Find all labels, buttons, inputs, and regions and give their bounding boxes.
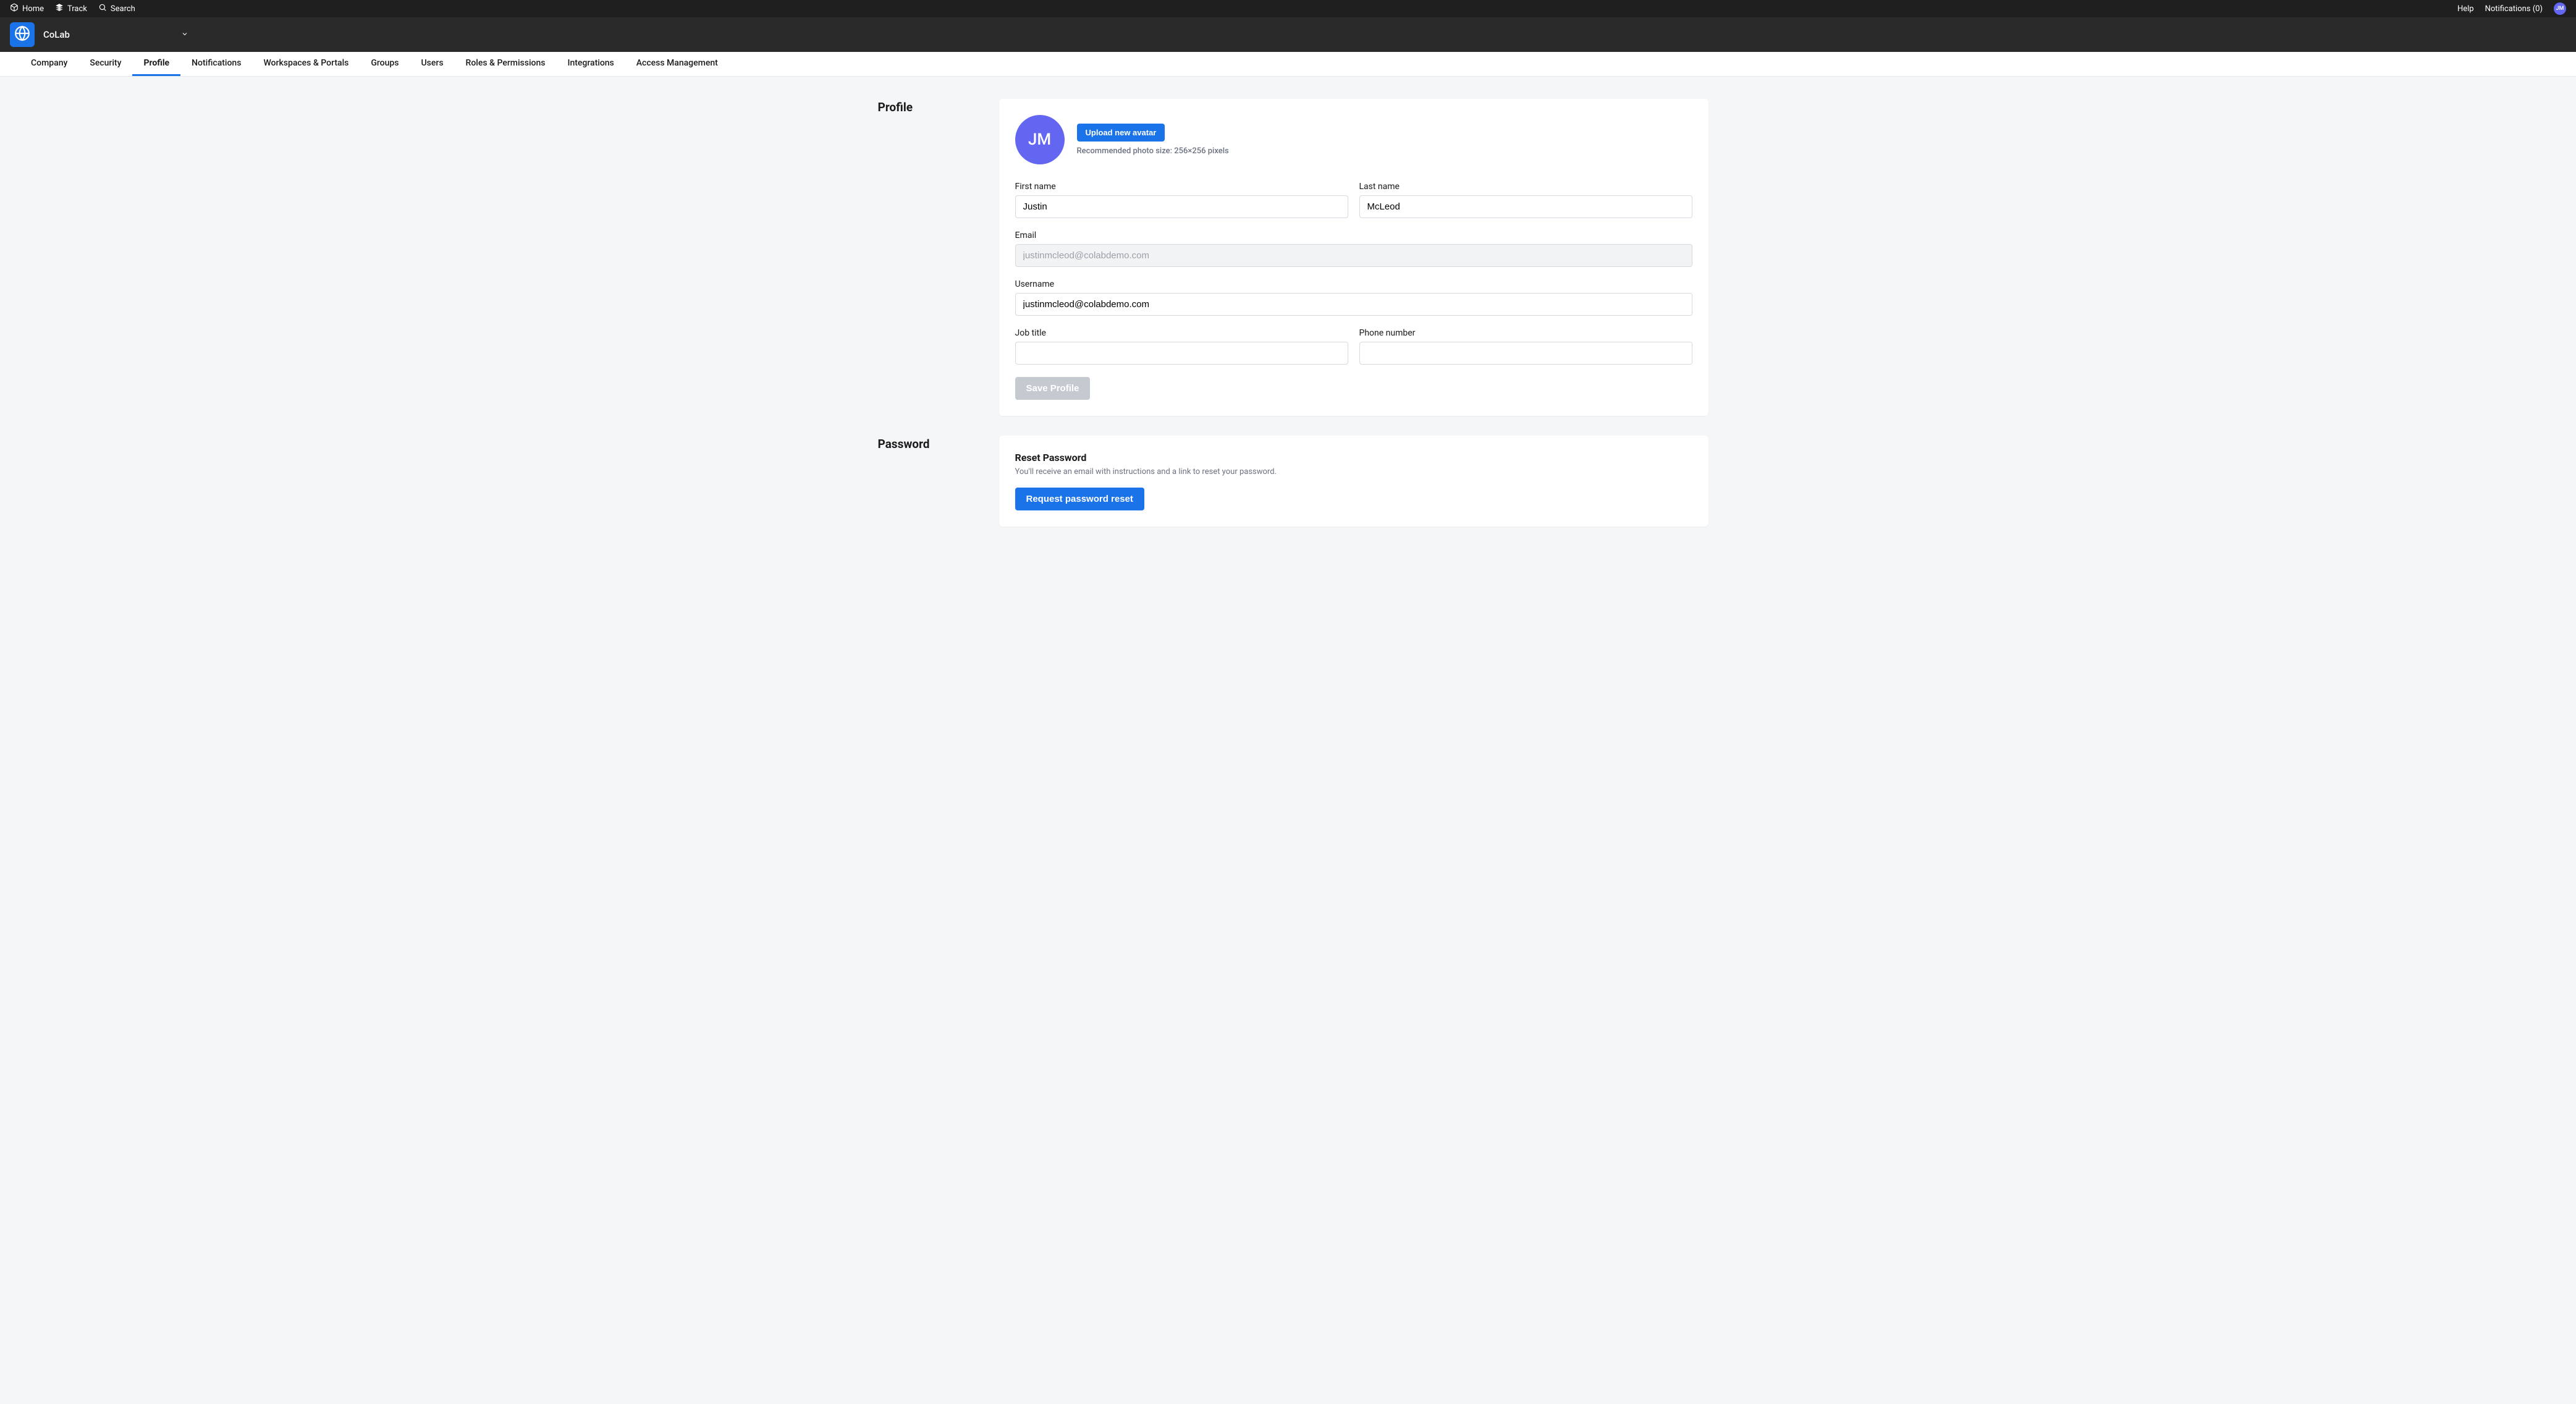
nav-track-label: Track xyxy=(67,4,87,14)
avatar-large-initials: JM xyxy=(1028,130,1051,149)
tab-security[interactable]: Security xyxy=(78,52,132,76)
job-title-label: Job title xyxy=(1015,328,1348,338)
save-profile-button: Save Profile xyxy=(1015,377,1091,400)
user-avatar-large: JM xyxy=(1015,115,1065,164)
avatar-initials: JM xyxy=(2556,6,2564,12)
username-label: Username xyxy=(1015,279,1692,289)
password-card: Reset Password You'll receive an email w… xyxy=(999,436,1708,526)
email-label: Email xyxy=(1015,230,1692,240)
nav-home-label: Home xyxy=(22,4,44,14)
tab-groups[interactable]: Groups xyxy=(360,52,410,76)
reset-password-heading: Reset Password xyxy=(1015,452,1692,463)
tab-company[interactable]: Company xyxy=(20,52,78,76)
nav-help-label: Help xyxy=(2457,4,2474,14)
nav-notifications[interactable]: Notifications (0) xyxy=(2485,4,2543,14)
tab-profile[interactable]: Profile xyxy=(132,52,180,76)
request-password-reset-button[interactable]: Request password reset xyxy=(1015,488,1144,510)
content-area: Profile JM Upload new avatar Recommended… xyxy=(868,77,1708,569)
first-name-label: First name xyxy=(1015,182,1348,192)
nav-tabs: Company Security Profile Notifications W… xyxy=(0,52,2576,77)
profile-section: Profile JM Upload new avatar Recommended… xyxy=(868,99,1708,416)
phone-label: Phone number xyxy=(1359,328,1692,338)
stack-icon xyxy=(55,3,64,14)
tab-access-management[interactable]: Access Management xyxy=(625,52,729,76)
password-section: Password Reset Password You'll receive a… xyxy=(868,436,1708,526)
tab-notifications[interactable]: Notifications xyxy=(180,52,252,76)
globe-icon xyxy=(14,25,30,44)
tab-integrations[interactable]: Integrations xyxy=(556,52,625,76)
tab-roles-permissions[interactable]: Roles & Permissions xyxy=(455,52,557,76)
nav-search[interactable]: Search xyxy=(98,3,135,14)
nav-home[interactable]: Home xyxy=(10,3,44,14)
password-section-title: Password xyxy=(868,436,979,451)
last-name-label: Last name xyxy=(1359,182,1692,192)
topbar: Home Track Search Help Notifications (0)… xyxy=(0,0,2576,17)
avatar-row: JM Upload new avatar Recommended photo s… xyxy=(1015,115,1692,164)
upload-avatar-button[interactable]: Upload new avatar xyxy=(1077,124,1165,142)
nav-notifications-label: Notifications (0) xyxy=(2485,4,2543,14)
app-name: CoLab xyxy=(43,29,70,40)
nav-track[interactable]: Track xyxy=(55,3,87,14)
nav-search-label: Search xyxy=(111,4,135,14)
search-icon xyxy=(98,3,107,14)
cube-icon xyxy=(10,3,19,14)
app-logo[interactable] xyxy=(10,22,35,47)
reset-password-subtext: You'll receive an email with instruction… xyxy=(1015,467,1692,476)
app-header: CoLab xyxy=(0,17,2576,52)
upload-hint: Recommended photo size: 256×256 pixels xyxy=(1077,146,1229,156)
last-name-input[interactable] xyxy=(1359,195,1692,218)
profile-section-title: Profile xyxy=(868,99,979,114)
profile-card: JM Upload new avatar Recommended photo s… xyxy=(999,99,1708,416)
chevron-down-icon xyxy=(181,29,188,40)
nav-help[interactable]: Help xyxy=(2457,4,2474,14)
username-input[interactable] xyxy=(1015,293,1692,316)
tab-workspaces-portals[interactable]: Workspaces & Portals xyxy=(252,52,360,76)
job-title-input[interactable] xyxy=(1015,342,1348,365)
first-name-input[interactable] xyxy=(1015,195,1348,218)
phone-input[interactable] xyxy=(1359,342,1692,365)
tab-users[interactable]: Users xyxy=(410,52,455,76)
app-switcher[interactable]: CoLab xyxy=(43,29,188,40)
email-input xyxy=(1015,244,1692,267)
user-avatar-small[interactable]: JM xyxy=(2554,2,2566,15)
